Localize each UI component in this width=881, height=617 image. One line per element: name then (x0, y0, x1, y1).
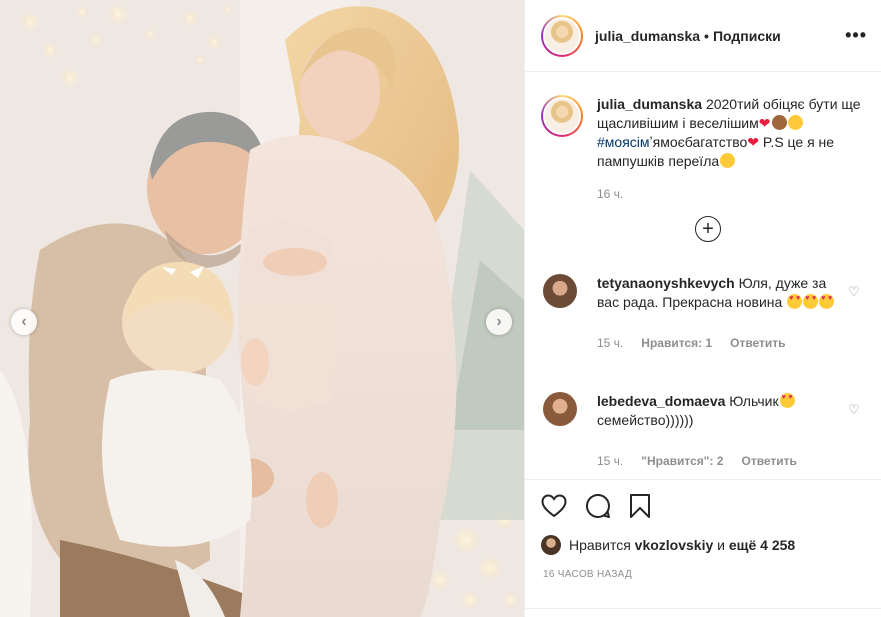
tears-of-joy-emoji (787, 115, 803, 130)
comment-body: tetyanaonyshkevych Юля, дуже за вас рада… (597, 274, 847, 353)
separator-dot: • (704, 27, 709, 44)
previous-photo-button[interactable]: ‹ (11, 309, 37, 335)
comments-section: julia_dumanska 2020тий обіцяє бути ще ща… (525, 73, 881, 479)
likes-count-button[interactable]: ещё 4 258 (729, 537, 795, 553)
comment-time[interactable]: 15 ч. (597, 452, 623, 471)
comment-time[interactable]: 15 ч. (597, 334, 623, 353)
post-details-panel: julia_dumanska • Подписки ••• julia_duma… (524, 0, 881, 617)
comment-likes[interactable]: "Нравится": 2 (641, 452, 723, 471)
like-comment-heart-icon[interactable]: ♡ (848, 285, 860, 298)
likes-and: и (717, 537, 725, 553)
liker-avatar[interactable] (541, 535, 561, 555)
chevron-left-icon: ‹ (21, 313, 27, 330)
bookmark-icon[interactable] (629, 493, 651, 519)
heart-eyes-emoji (787, 294, 803, 309)
post-photo[interactable]: ‹ › (0, 0, 524, 617)
commenter-avatar[interactable] (543, 392, 577, 426)
chevron-right-icon: › (496, 313, 502, 330)
like-comment-heart-icon[interactable]: ♡ (848, 403, 860, 416)
instagram-post-view: ‹ › julia_dumanska • Подписки ••• julia_… (0, 0, 881, 617)
likes-prefix: Нравится (569, 537, 631, 553)
see-no-evil-monkey-emoji (771, 115, 787, 130)
reply-button[interactable]: Ответить (741, 452, 796, 471)
likes-text: Нравится vkozlovskiy и ещё 4 258 (569, 537, 795, 553)
post-caption: julia_dumanska 2020тий обіцяє бути ще ща… (525, 73, 881, 171)
commenter-avatar[interactable] (543, 274, 577, 308)
more-options-icon[interactable]: ••• (845, 25, 867, 46)
avatar-image (543, 97, 581, 135)
family-photo-illustration (0, 0, 524, 617)
heart-eyes-emoji (819, 294, 835, 309)
comment-item: tetyanaonyshkevych Юля, дуже за вас рада… (525, 274, 881, 353)
plus-circle-icon: + (702, 217, 714, 240)
load-more-comments-button[interactable]: + (695, 216, 721, 242)
red-heart-emoji: ❤ (747, 134, 759, 150)
add-comment-bar[interactable] (525, 608, 881, 617)
likes-summary: Нравится vkozlovskiy и ещё 4 258 (525, 533, 881, 557)
hashtag-link[interactable]: #моясім (597, 134, 650, 150)
following-button[interactable]: Подписки (713, 28, 781, 44)
comment-bubble-icon[interactable] (585, 493, 611, 519)
comment-text: Юльчик (729, 393, 779, 409)
post-date[interactable]: 16 ЧАСОВ НАЗАД (525, 557, 881, 580)
tears-of-joy-emoji (720, 153, 736, 168)
post-actions: Нравится vkozlovskiy и ещё 4 258 16 ЧАСО… (525, 479, 881, 580)
reply-button[interactable]: Ответить (730, 334, 785, 353)
caption-timestamp[interactable]: 16 ч. (525, 171, 881, 201)
action-icons-row (525, 480, 881, 532)
like-heart-icon[interactable] (541, 494, 567, 518)
comment-username[interactable]: lebedeva_domaeva (597, 393, 725, 409)
heart-eyes-emoji (779, 393, 795, 408)
caption-body: julia_dumanska 2020тий обіцяє бути ще ща… (597, 95, 865, 171)
caption-avatar[interactable] (541, 95, 583, 137)
post-header: julia_dumanska • Подписки ••• (525, 0, 881, 72)
comment-meta: 15 ч. Нравится: 1 Ответить (597, 334, 847, 353)
avatar-image (543, 16, 581, 55)
comment-username[interactable]: tetyanaonyshkevych (597, 275, 735, 291)
author-avatar[interactable] (541, 14, 583, 57)
red-heart-emoji: ❤ (758, 115, 771, 131)
liker-username[interactable]: vkozlovskiy (635, 537, 714, 553)
comment-likes[interactable]: Нравится: 1 (641, 334, 712, 353)
author-username[interactable]: julia_dumanska (595, 28, 700, 44)
caption-text-2: ʼямоєбагатство (649, 134, 748, 150)
comment-text-2: семейство)))))) (597, 412, 694, 428)
heart-eyes-emoji (803, 294, 819, 309)
comment-body: lebedeva_domaeva Юльчик семейство)))))) … (597, 392, 847, 471)
comment-meta: 15 ч. "Нравится": 2 Ответить (597, 452, 847, 471)
comment-item: lebedeva_domaeva Юльчик семейство)))))) … (525, 392, 881, 471)
caption-username[interactable]: julia_dumanska (597, 96, 702, 112)
next-photo-button[interactable]: › (486, 309, 512, 335)
